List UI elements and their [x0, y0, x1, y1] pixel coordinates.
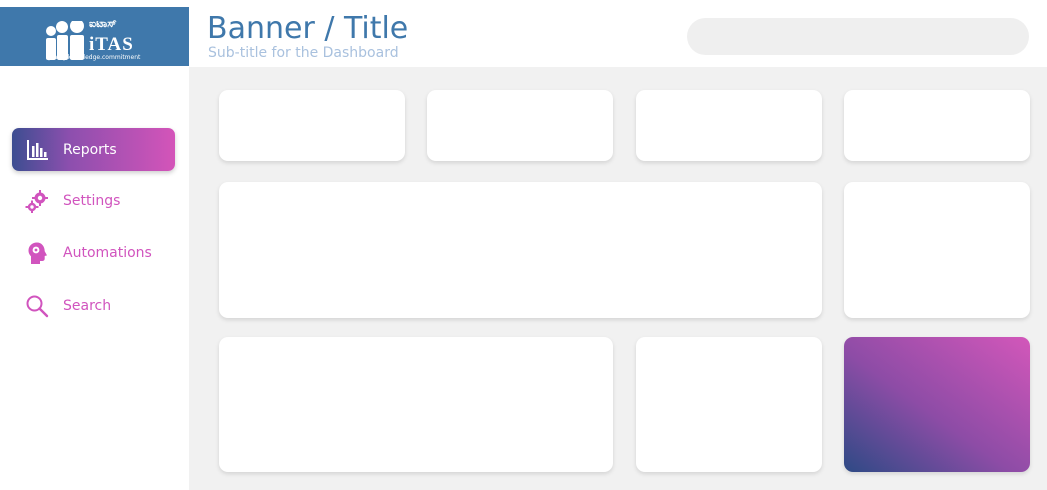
kpi-card-3[interactable] — [636, 90, 822, 161]
search-input[interactable] — [687, 18, 1029, 55]
page-subtitle: Sub-title for the Dashboard — [208, 45, 399, 61]
page-title: Banner / Title — [207, 11, 409, 46]
side-card[interactable] — [844, 182, 1030, 318]
sidebar-item-automations[interactable]: Automations — [12, 231, 175, 274]
sidebar-item-label: Settings — [63, 192, 121, 209]
logo[interactable]: ಐಟಾಸ್ iTAS quality.knowledge.commitment — [0, 7, 189, 66]
sidebar-item-label: Search — [63, 297, 112, 314]
bottom-wide-card[interactable] — [219, 337, 613, 472]
sidebar-item-reports[interactable]: Reports — [12, 128, 175, 171]
highlight-card[interactable] — [844, 337, 1030, 472]
main-chart-card[interactable] — [219, 182, 822, 318]
gears-icon — [25, 189, 48, 213]
sidebar: Reports Settings Automations Search — [0, 66, 189, 490]
logo-tagline: quality.knowledge.commitment — [46, 54, 141, 61]
bar-chart-icon — [27, 139, 48, 160]
logo-script-text: ಐಟಾಸ್ — [89, 17, 117, 30]
sidebar-item-label: Reports — [63, 141, 117, 158]
head-gear-icon — [28, 242, 47, 264]
bottom-small-card[interactable] — [636, 337, 822, 472]
kpi-card-2[interactable] — [427, 90, 613, 161]
sidebar-item-label: Automations — [63, 244, 152, 261]
kpi-card-4[interactable] — [844, 90, 1030, 161]
dashboard-content — [189, 67, 1047, 490]
magnifier-icon — [26, 295, 49, 317]
logo-brand: iTAS — [89, 34, 134, 55]
sidebar-item-search[interactable]: Search — [12, 284, 175, 327]
sidebar-item-settings[interactable]: Settings — [12, 179, 175, 222]
kpi-card-1[interactable] — [219, 90, 405, 161]
